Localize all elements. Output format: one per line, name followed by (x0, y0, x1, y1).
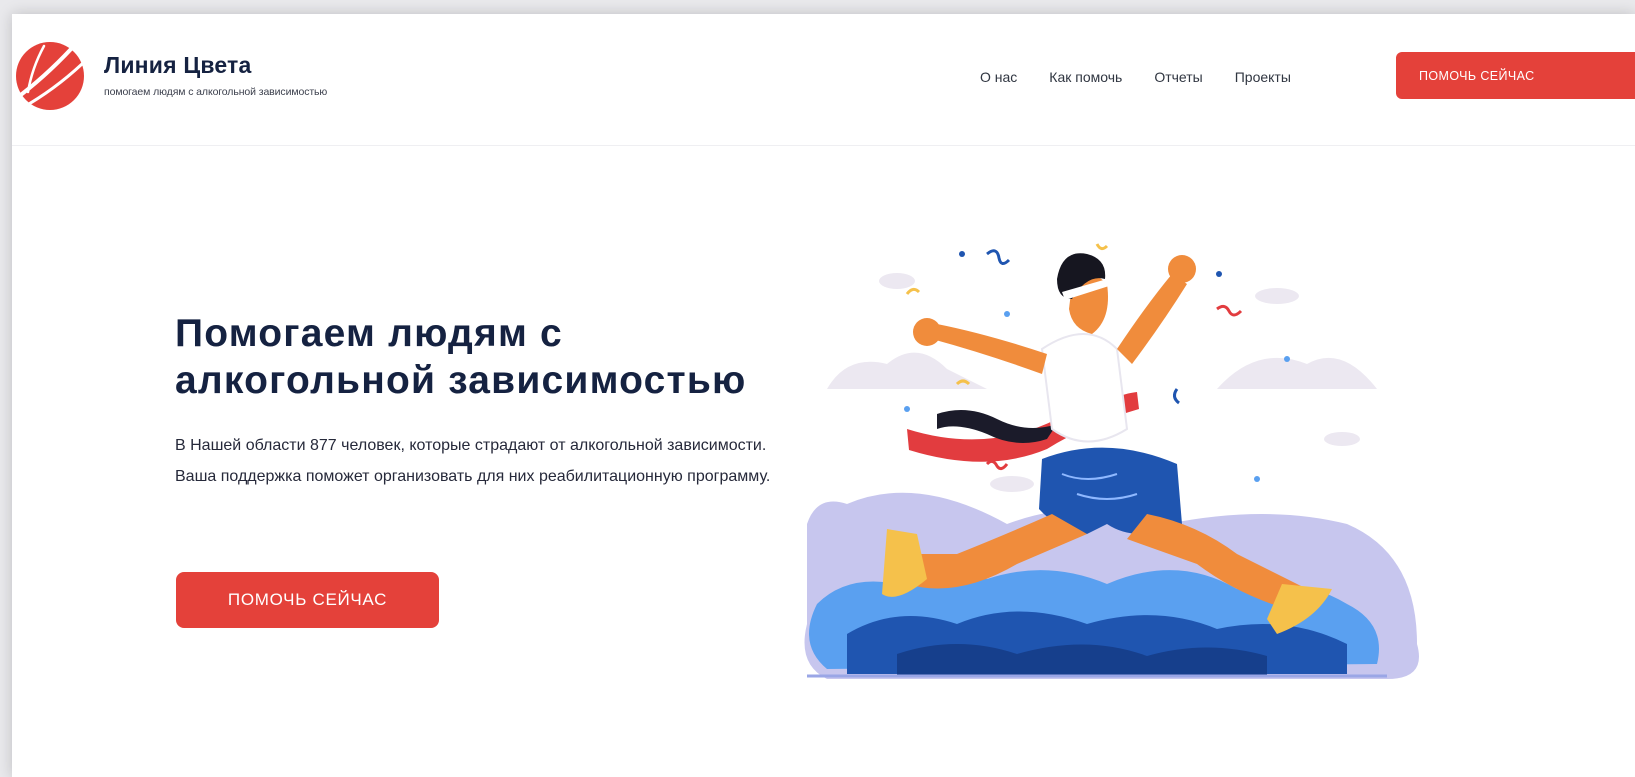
brand-logo-icon[interactable] (14, 38, 84, 114)
hero-title: Помогаем людям с алкогольной зависимость… (175, 310, 747, 404)
brand-name[interactable]: Линия Цвета (104, 52, 252, 79)
hero-title-line-1: Помогаем людям с (175, 312, 563, 355)
hero-help-now-button[interactable]: ПОМОЧЬ СЕЙЧАС (176, 572, 439, 628)
nav-link-reports[interactable]: Отчеты (1154, 69, 1202, 85)
hero-title-line-2: алкогольной зависимостью (175, 359, 747, 402)
nav-link-projects[interactable]: Проекты (1235, 69, 1291, 85)
site-header: Линия Цвета помогаем людям с алкогольной… (12, 14, 1635, 146)
header-help-now-button[interactable]: ПОМОЧЬ СЕЙЧАС (1396, 52, 1635, 99)
runner-finish-line-illustration (804, 243, 1419, 679)
main-nav: О нас Как помочь Отчеты Проекты (980, 69, 1323, 85)
brand-tagline: помогаем людям с алкогольной зависимость… (104, 86, 328, 98)
nav-link-how-to-help[interactable]: Как помочь (1049, 69, 1122, 85)
page-frame: Линия Цвета помогаем людям с алкогольной… (12, 14, 1635, 777)
nav-link-about[interactable]: О нас (980, 69, 1017, 85)
hero-description: В Нашей области 877 человек, которые стр… (175, 437, 771, 485)
